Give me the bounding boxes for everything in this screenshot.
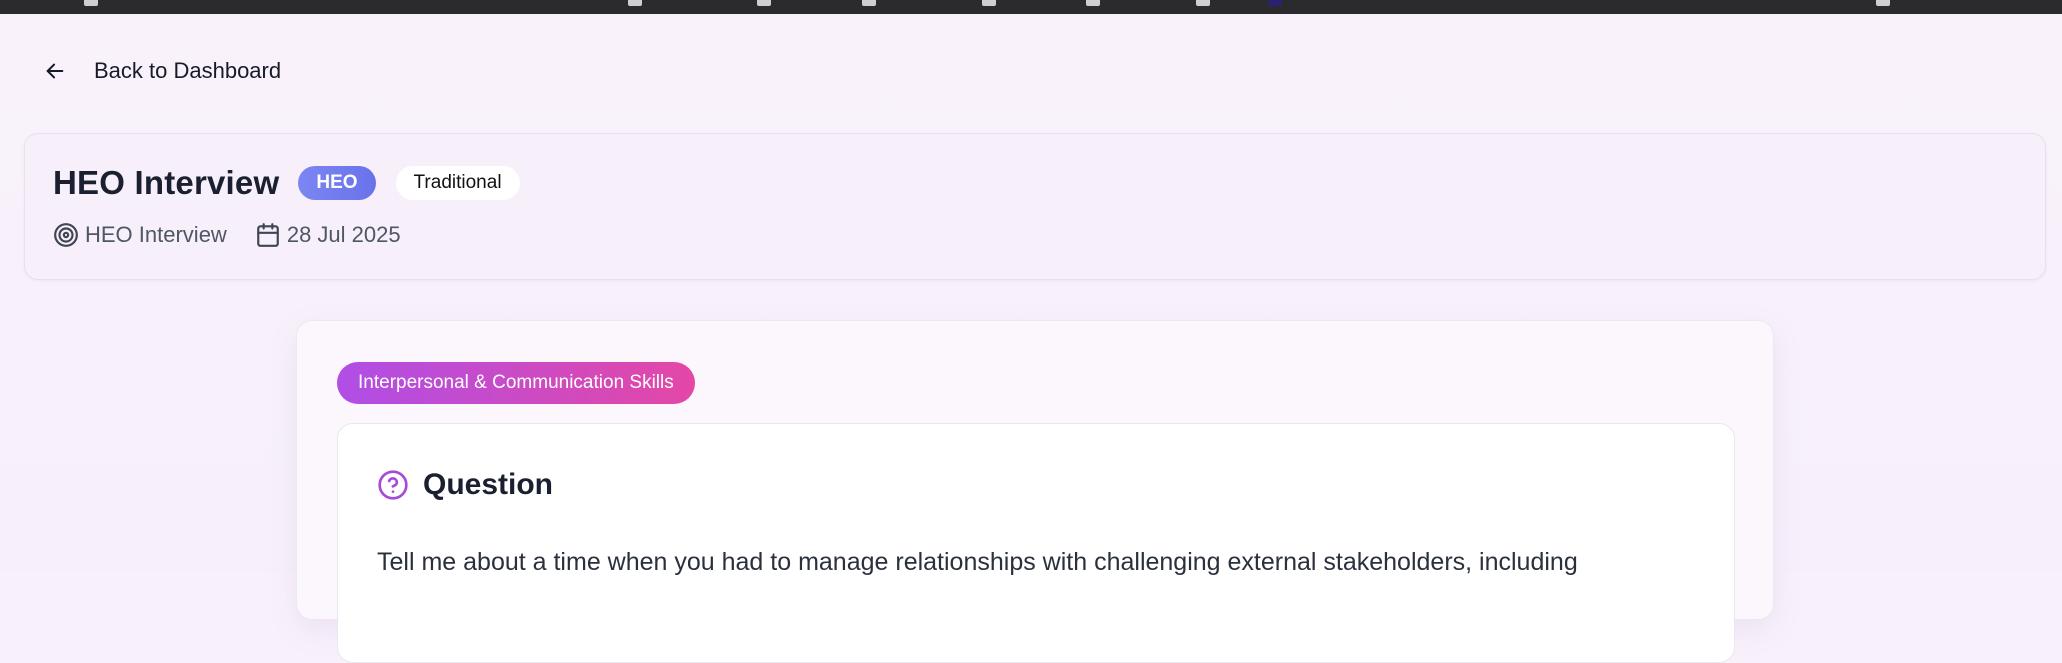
browser-tab-strip (0, 0, 2062, 14)
meta-interview-name: HEO Interview (85, 222, 227, 247)
level-badge: HEO (298, 166, 376, 200)
page: Back to Dashboard HEO Interview HEO Trad… (0, 14, 2062, 663)
tab-favicon[interactable] (1196, 0, 1210, 6)
category-badge: Interpersonal & Communication Skills (337, 362, 695, 404)
question-panel: Interpersonal & Communication Skills Que… (296, 320, 1774, 663)
question-circle-icon (378, 470, 408, 500)
question-heading: Question (423, 468, 554, 501)
tab-favicon[interactable] (84, 0, 98, 6)
tab-favicon[interactable] (862, 0, 876, 6)
tab-favicon[interactable] (757, 0, 771, 6)
question-header: Question (377, 468, 553, 502)
meta-row: HEO Interview 28 Jul 2025 (53, 222, 429, 248)
arrow-left-icon (44, 60, 66, 82)
tab-favicon[interactable] (1086, 0, 1100, 6)
meta-interview: HEO Interview (53, 222, 227, 248)
tab-favicon[interactable] (1876, 0, 1890, 6)
tab-favicon[interactable] (982, 0, 996, 6)
interview-type-badge: Traditional (395, 166, 520, 200)
meta-date: 28 Jul 2025 (255, 222, 401, 248)
back-to-dashboard-link[interactable]: Back to Dashboard (44, 56, 281, 86)
page-title: HEO Interview (53, 164, 280, 201)
question-text: Tell me about a time when you had to man… (377, 548, 1578, 576)
target-icon (54, 223, 78, 247)
tab-favicon[interactable] (628, 0, 642, 6)
meta-date-label: 28 Jul 2025 (286, 222, 401, 247)
calendar-icon (256, 223, 279, 247)
back-link-label: Back to Dashboard (94, 58, 282, 83)
question-card: Question Tell me about a time when you h… (337, 423, 1735, 663)
title-row: HEO Interview HEO Traditional (53, 164, 520, 202)
tab-favicon[interactable] (1268, 0, 1282, 6)
interview-header-card: HEO Interview HEO Traditional HEO Interv… (24, 133, 2046, 280)
